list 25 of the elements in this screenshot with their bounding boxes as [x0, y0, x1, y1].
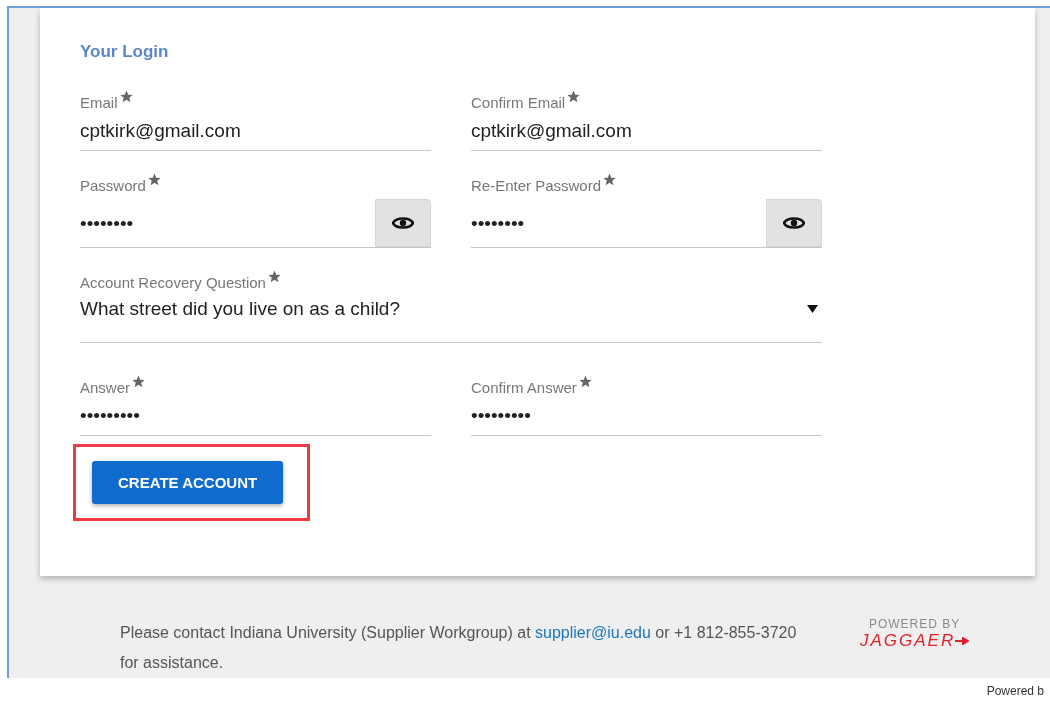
show-password-button[interactable] [375, 199, 431, 247]
show-password-button[interactable] [766, 199, 822, 247]
field-label: Re-Enter Password [471, 177, 602, 194]
input-field[interactable]: cptkirk@gmail.com [471, 116, 822, 150]
question-dropdown[interactable]: What street did you live on as a child? [80, 296, 822, 342]
field-label: Confirm Answer [471, 379, 577, 396]
field-label: Account Recovery Question [80, 274, 266, 291]
contact-text: Please contact Indiana University (Supplier Workgroup) at supplier@iu.edu or +1 812-855-3720 for assistance. [120, 623, 798, 673]
field-label: Confirm Email [471, 94, 566, 111]
eye-icon [783, 215, 805, 231]
caret-icon [807, 305, 818, 313]
field-label: Password [80, 177, 146, 194]
logo-caption: POWERED BY [868, 617, 961, 631]
input-field[interactable]: ••••••••• [80, 401, 431, 435]
field-label: Email [80, 94, 118, 111]
input-field[interactable]: •••••••• [471, 209, 766, 247]
field-label: Answer [80, 379, 131, 396]
email-link[interactable]: supplier@iu.edu [535, 624, 651, 641]
section-title: Your Login [80, 42, 169, 62]
brand-logo: JAGGAER [860, 631, 970, 651]
input-field[interactable]: cptkirk@gmail.com [80, 116, 431, 150]
input-field[interactable]: ••••••••• [471, 401, 822, 435]
input-field[interactable]: •••••••• [80, 209, 375, 247]
create-account-button[interactable]: CREATE ACCOUNT [92, 461, 284, 504]
eye-icon [392, 215, 414, 231]
